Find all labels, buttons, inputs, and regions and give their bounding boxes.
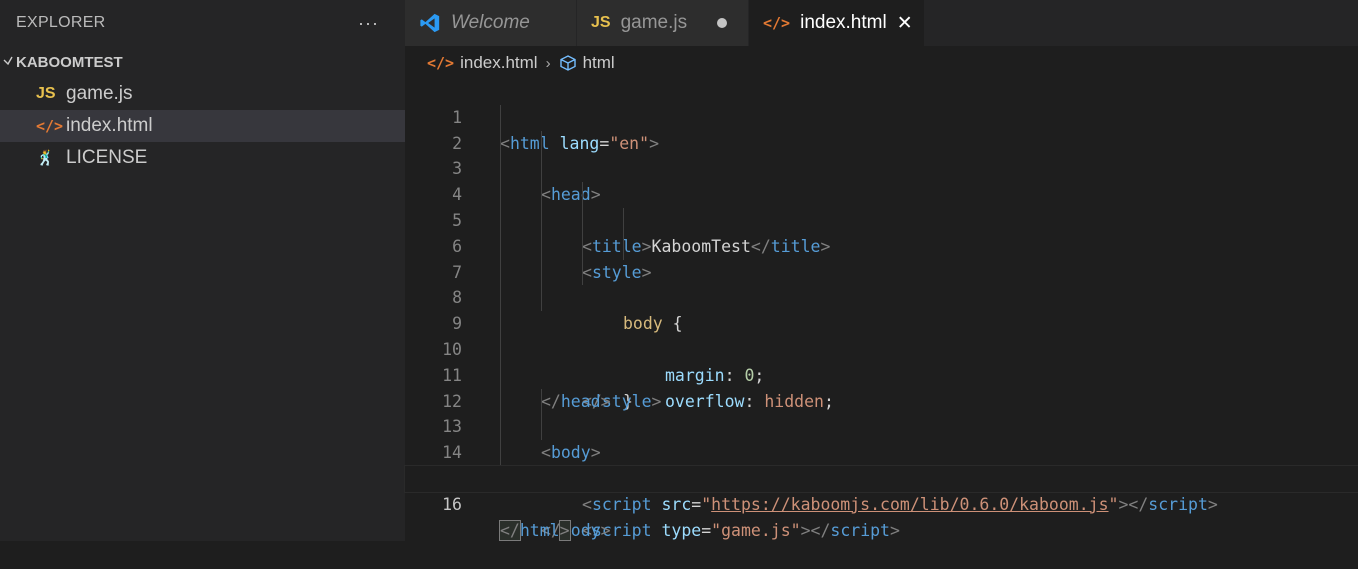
code-text: </html> (499, 519, 571, 541)
code-line[interactable]: 9 </style> (405, 285, 1358, 411)
indent-guide (500, 414, 501, 441)
indent-guide (500, 311, 501, 337)
indent-guide (623, 207, 624, 234)
indent-guide (500, 233, 501, 260)
code-line[interactable]: 10 </head> (405, 311, 1358, 411)
code-line[interactable]: 1 <html lang="en"> (405, 79, 1358, 153)
bracket-match: </ (499, 519, 521, 541)
indent-guide (500, 440, 501, 466)
more-actions-icon[interactable]: ··· (358, 13, 379, 34)
explorer-header: EXPLORER ··· (0, 0, 405, 46)
indent-guide (541, 130, 542, 157)
indent-guide (541, 259, 542, 286)
explorer-title: EXPLORER (16, 14, 106, 31)
bracket-match: > (558, 519, 571, 541)
indent-guide (582, 207, 583, 234)
url-link[interactable]: https://kaboomjs.com/lib/0.6.0/kaboom.js (711, 495, 1108, 514)
indent-guide (623, 233, 624, 260)
code-line[interactable]: 11 (405, 336, 1358, 385)
code-line[interactable]: 2 <head> (405, 104, 1358, 204)
cube-symbol-icon (559, 54, 577, 72)
html-file-icon: </> (36, 117, 64, 135)
explorer-sidebar: EXPLORER ··· KABOOMTEST JS game.js </> i… (0, 0, 405, 541)
code-line-current[interactable]: 16 </html> (404, 464, 1358, 541)
file-label: game.js (66, 83, 133, 104)
code-line[interactable]: 15 </body> (405, 440, 1358, 540)
vscode-logo-icon (419, 12, 441, 34)
chevron-down-icon (0, 55, 16, 69)
indent-guide (541, 156, 542, 183)
indent-guide (541, 182, 542, 208)
js-file-icon: JS (591, 14, 611, 31)
file-item-index-html[interactable]: </> index.html (0, 110, 405, 142)
indent-guide (541, 207, 542, 234)
indent-guide (500, 207, 501, 234)
tab-welcome[interactable]: Welcome (405, 0, 577, 46)
indent-guide (500, 182, 501, 208)
indent-guide (582, 259, 583, 286)
code-line[interactable]: 13 <script src="https://kaboomjs.com/lib… (405, 388, 1358, 514)
breadcrumb-symbol[interactable]: html (583, 53, 615, 73)
indent-guide (500, 336, 501, 363)
indent-guide (500, 285, 501, 312)
breadcrumb: </> index.html › html (405, 46, 1358, 80)
file-item-license[interactable]: 🕺 LICENSE (0, 142, 405, 174)
line-number: 16 (442, 494, 462, 514)
indent-guide (500, 259, 501, 286)
code-text: <script type="game.js"></script> (582, 520, 900, 540)
code-editor[interactable]: 1 <html lang="en"> 2 <head> 3 <title>Kab… (404, 79, 1358, 541)
file-label: LICENSE (66, 147, 148, 168)
indent-guide (541, 233, 542, 260)
code-line[interactable]: 4 <style> (405, 156, 1358, 282)
code-line[interactable]: 6 margin: 0; (405, 207, 1358, 385)
html-file-icon: </> (427, 54, 455, 72)
indent-guide (500, 388, 501, 415)
file-item-game-js[interactable]: JS game.js (0, 78, 405, 110)
chevron-right-icon: › (545, 54, 551, 72)
code-line[interactable]: 5 body { (405, 182, 1358, 333)
folder-label: KABOOMTEST (16, 53, 123, 71)
code-line[interactable]: 14 <script type="game.js"></script> (405, 414, 1358, 540)
tab-label: Welcome (451, 12, 530, 33)
code-text: <script src="https://kaboomjs.com/lib/0.… (582, 494, 1218, 514)
indent-guide (500, 156, 501, 183)
tab-game-js[interactable]: JS game.js (577, 0, 749, 46)
breadcrumb-file[interactable]: index.html (460, 53, 537, 73)
tab-index-html[interactable]: </> index.html ✕ (749, 0, 925, 46)
tab-label: game.js (620, 12, 688, 33)
folder-kaboomtest[interactable]: KABOOMTEST (0, 46, 405, 78)
indent-guide (582, 233, 583, 260)
indent-guide (500, 362, 501, 389)
indent-guide (541, 285, 542, 312)
code-line[interactable]: 3 <title>KaboomTest</title> (405, 130, 1358, 256)
html-file-icon: </> (763, 14, 791, 32)
code-line[interactable]: 8 } (405, 259, 1358, 411)
js-file-icon: JS (36, 85, 56, 102)
license-file-icon: 🕺 (36, 150, 55, 167)
indent-guide (541, 414, 542, 441)
indent-guide (500, 104, 501, 131)
unsaved-dot-icon[interactable] (717, 18, 728, 28)
close-tab-icon[interactable]: ✕ (897, 12, 913, 35)
indent-guide (541, 388, 542, 415)
tab-label: index.html (800, 12, 887, 33)
code-line[interactable]: 7 overflow: hidden; (405, 233, 1358, 411)
indent-guide (582, 182, 583, 208)
indent-guide (500, 130, 501, 157)
editor-tabbar: Welcome JS game.js </> index.html ✕ (405, 0, 1358, 46)
code-line[interactable]: 12 <body> (405, 362, 1358, 462)
file-label: index.html (66, 115, 153, 136)
